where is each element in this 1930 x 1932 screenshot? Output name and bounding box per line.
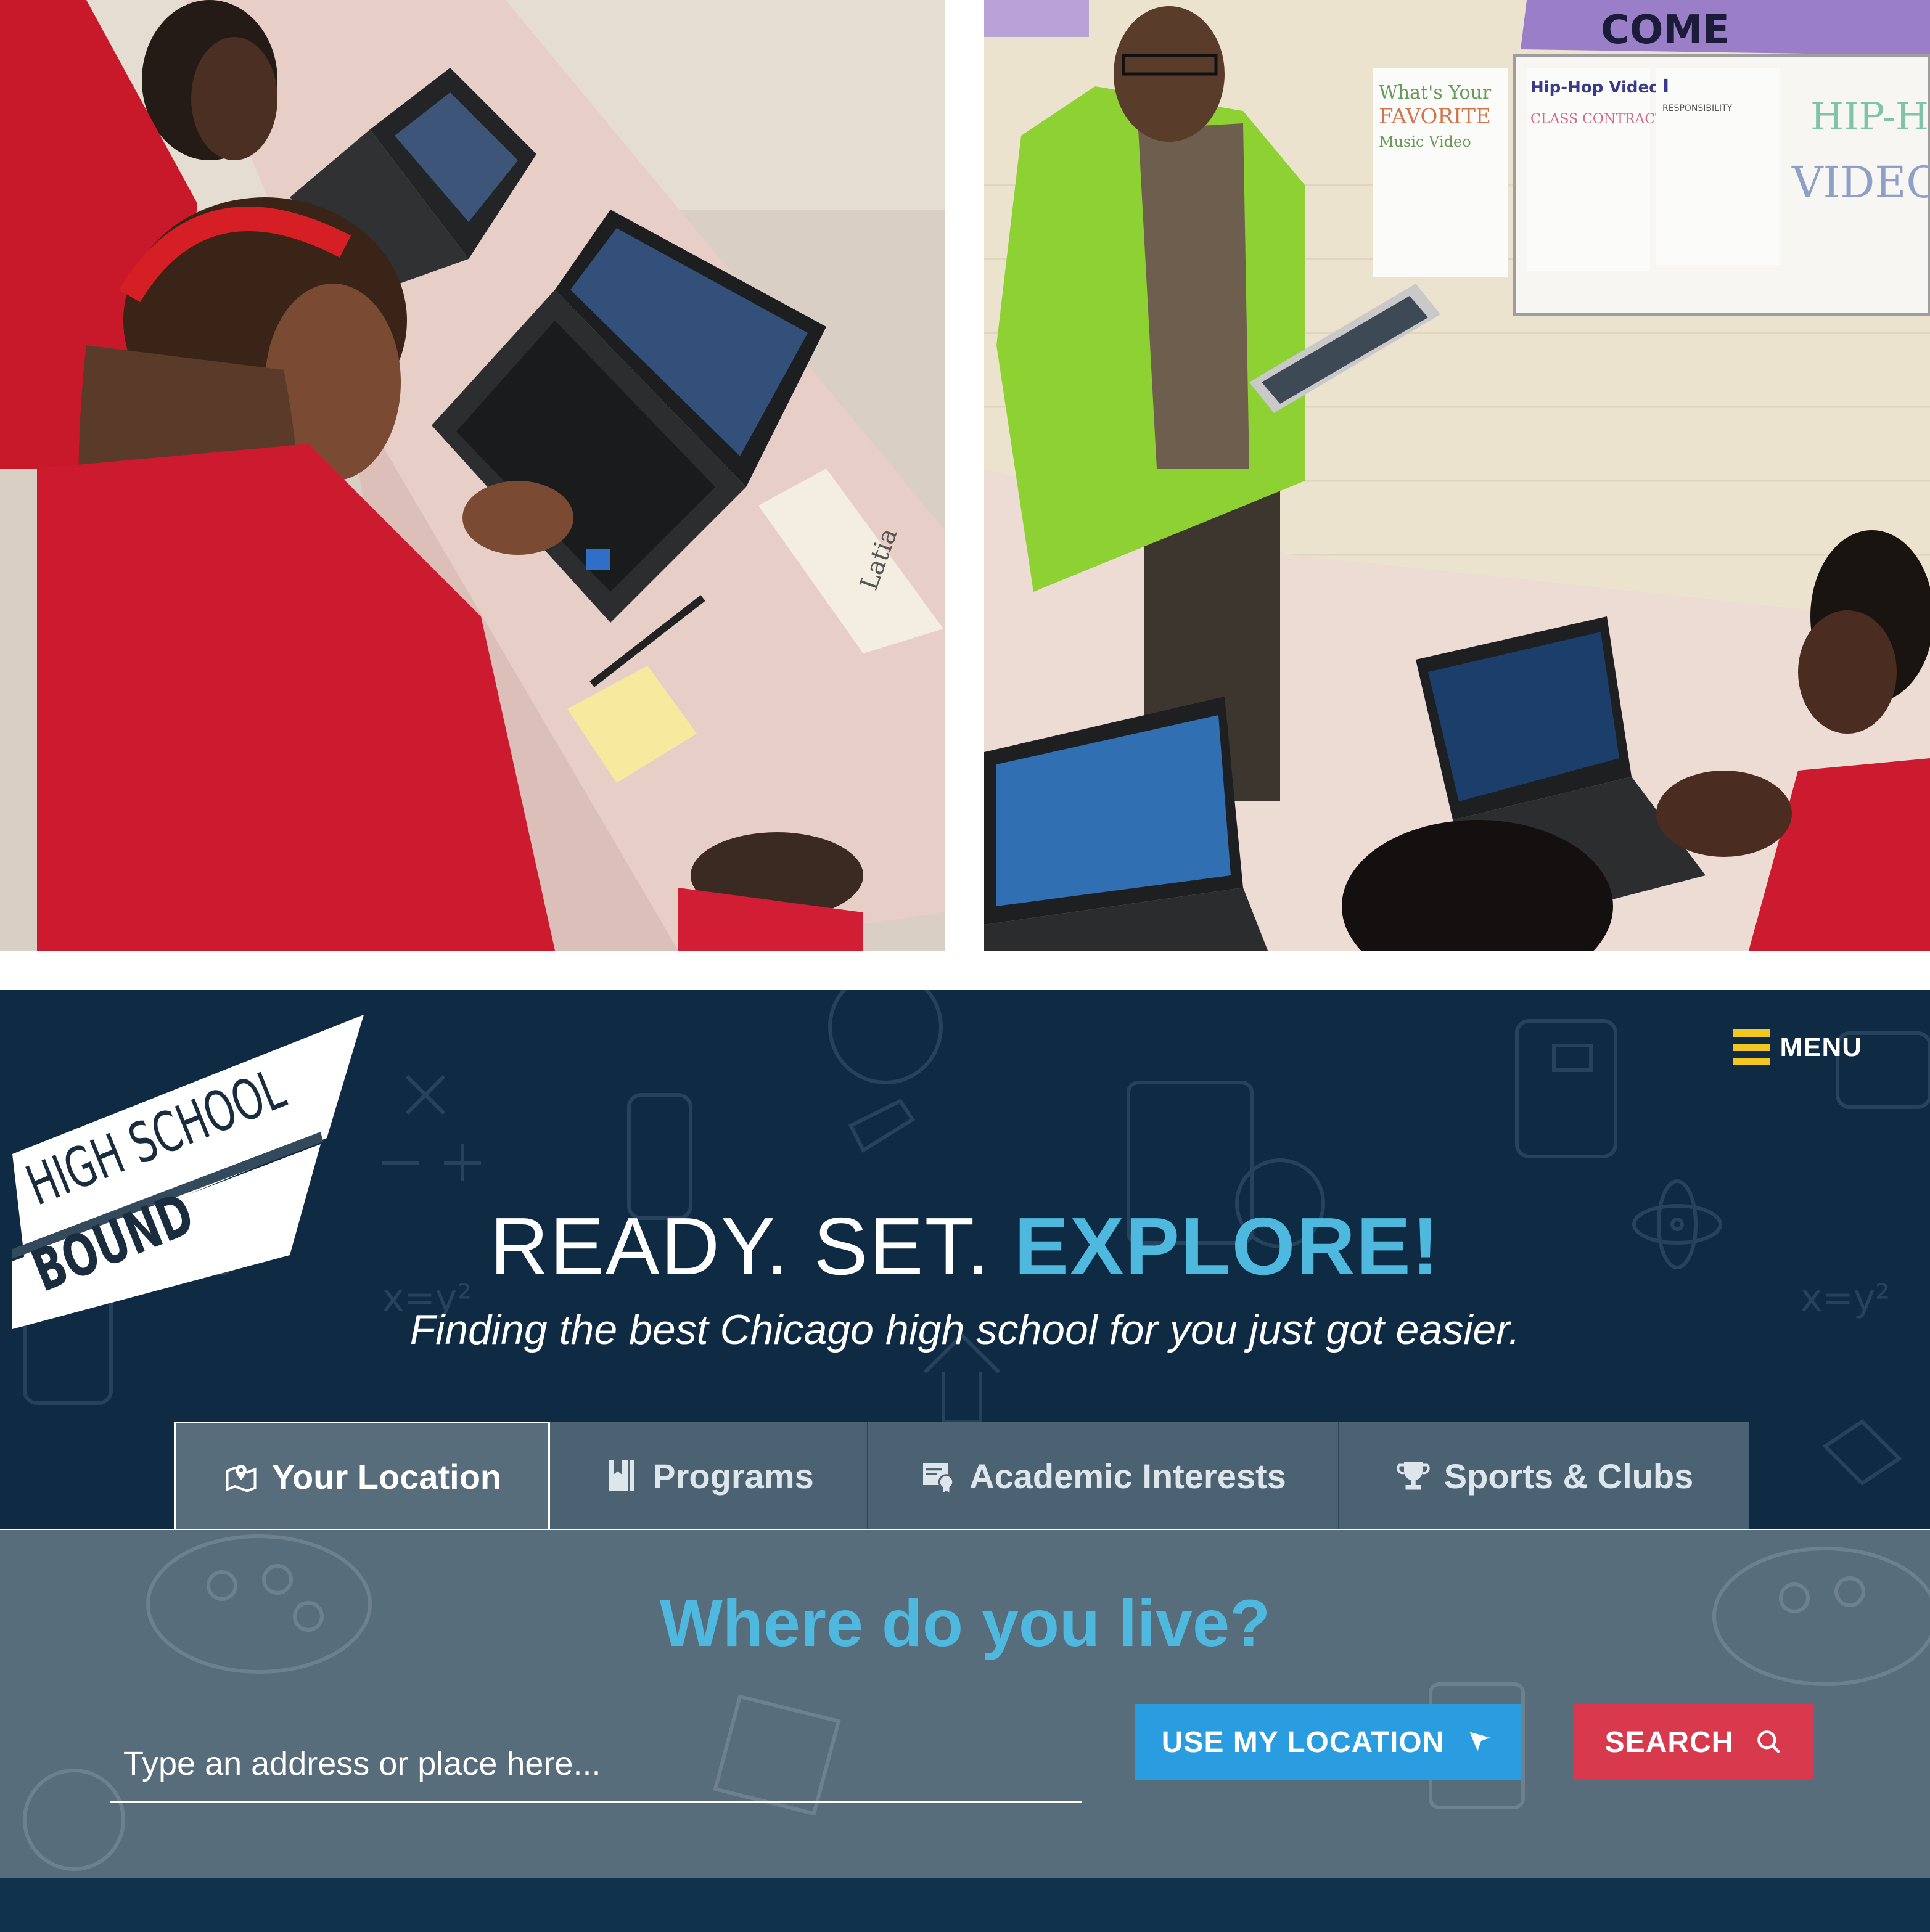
tab-label: Programs (652, 1456, 814, 1496)
svg-text:FAVORITE: FAVORITE (1379, 104, 1491, 129)
search-tabs: Your Location Programs Academic Interest… (174, 1422, 1749, 1530)
tab-your-location[interactable]: Your Location (174, 1422, 550, 1530)
where-do-you-live-heading: Where do you live? (659, 1586, 1271, 1660)
svg-text:RESPONSIBILITY: RESPONSIBILITY (1662, 104, 1733, 113)
photo-teacher-with-tablet: COME What's Your FAVORITE Music Video Hi… (984, 0, 1930, 951)
bookmark-icon (609, 1460, 634, 1491)
address-search-input[interactable] (110, 1726, 1082, 1803)
location-arrow-icon (1469, 1732, 1490, 1751)
search-button[interactable]: SEARCH (1574, 1704, 1814, 1780)
hero-tagline: Finding the best Chicago high school for… (409, 1306, 1521, 1353)
tab-academic-interests[interactable]: Academic Interests (868, 1422, 1339, 1530)
tab-programs[interactable]: Programs (550, 1422, 868, 1530)
map-pin-icon (226, 1464, 257, 1492)
svg-text:HIP-HOP: HIP-HOP (1810, 94, 1930, 139)
svg-text:I: I (1662, 76, 1669, 97)
svg-text:What's Your: What's Your (1379, 82, 1492, 104)
svg-text:COME: COME (1601, 7, 1730, 53)
tab-sports-clubs[interactable]: Sports & Clubs (1339, 1422, 1749, 1530)
hamburger-icon (1733, 1029, 1770, 1065)
svg-text:CLASS CONTRACT: CLASS CONTRACT (1530, 112, 1664, 127)
search-icon (1757, 1730, 1781, 1754)
tab-label: Academic Interests (969, 1456, 1286, 1496)
menu-label: MENU (1780, 1032, 1862, 1062)
trophy-icon (1397, 1462, 1430, 1490)
high-school-bound-site: x=y² x=y² a²+b²=c² HIGH SCHOOL BOUND MEN… (0, 990, 1930, 1932)
svg-text:Music Video: Music Video (1379, 133, 1471, 150)
certificate-icon (923, 1463, 955, 1493)
photo-students-at-laptops: Latia (0, 0, 945, 951)
use-my-location-label: USE MY LOCATION (1161, 1725, 1445, 1759)
tab-label: Your Location (271, 1457, 502, 1496)
headline-accent: EXPLORE! (1014, 1201, 1440, 1291)
use-my-location-button[interactable]: USE MY LOCATION (1135, 1704, 1521, 1780)
location-search-panel: Where do you live? USE MY LOCATION SEARC… (0, 1530, 1930, 1878)
tab-label: Sports & Clubs (1443, 1456, 1694, 1496)
svg-text:Hip-Hop Video: Hip-Hop Video (1530, 78, 1660, 97)
hero-headline: READY. SET. EXPLORE! (0, 1200, 1930, 1293)
footer-strip (0, 1878, 1930, 1932)
svg-text:VIDEOS: VIDEOS (1791, 157, 1930, 208)
headline-part-1: READY. SET. (490, 1201, 1014, 1291)
search-label: SEARCH (1604, 1725, 1734, 1759)
menu-button[interactable]: MENU (1733, 1027, 1862, 1068)
